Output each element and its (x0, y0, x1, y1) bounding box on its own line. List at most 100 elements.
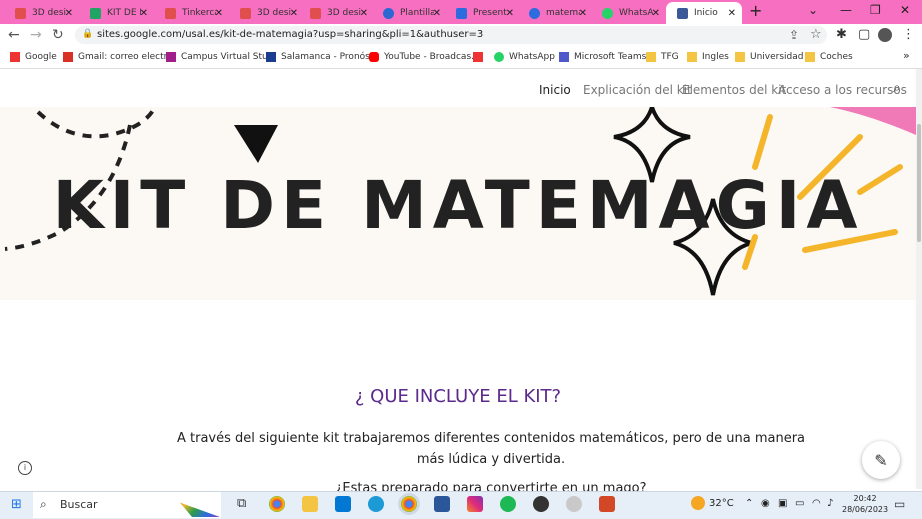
whatsapp-icon (602, 7, 613, 19)
browser-tab[interactable]: matemag ✕ (518, 2, 593, 24)
intro-text-line: A través del siguiente kit trabajaremos … (177, 431, 805, 446)
bookmark-item[interactable]: Microsoft Teams (559, 51, 646, 63)
tab-search-icon[interactable]: ⌄ (808, 3, 818, 17)
bookmark-item[interactable]: Gmail: correo electr... (63, 51, 175, 63)
close-tab-icon[interactable]: ✕ (579, 8, 587, 19)
weather-sun-icon[interactable] (691, 496, 705, 510)
more-bookmarks-icon[interactable]: » (903, 49, 910, 62)
extensions-icon[interactable]: ✱ (836, 27, 847, 42)
url-text[interactable]: sites.google.com/usal.es/kit-de-matemagi… (97, 29, 483, 40)
powerpoint-icon[interactable] (599, 496, 615, 512)
taskbar-clock[interactable]: 20:42 28/06/2023 (842, 493, 888, 515)
google-apps-icon (10, 52, 20, 62)
bookmark-item[interactable]: Google (10, 51, 57, 63)
google-sites-icon (677, 7, 688, 19)
search-icon: ⌕ (40, 497, 47, 511)
google-icon (529, 7, 540, 19)
edit-pencil-button[interactable]: ✎ (862, 441, 900, 479)
bookmark-star-icon[interactable]: ☆ (810, 27, 822, 42)
chrome-active-icon[interactable] (401, 496, 417, 512)
pencil-icon: ✎ (874, 450, 888, 470)
teams-icon (559, 52, 569, 62)
bookmark-folder[interactable]: TFG (646, 51, 679, 63)
gmail-icon (63, 52, 73, 62)
spotify-icon[interactable] (500, 496, 516, 512)
browser-tab[interactable]: 3D design ✕ (229, 2, 304, 24)
search-icon[interactable]: ⌕ (893, 80, 901, 96)
tray-app-icon[interactable]: ▣ (778, 498, 787, 509)
tray-app-icon[interactable]: ◉ (761, 498, 770, 509)
forward-icon[interactable]: → (30, 27, 42, 43)
edge-icon[interactable] (368, 496, 384, 512)
app-icon[interactable] (533, 496, 549, 512)
nav-inicio[interactable]: Inicio (539, 83, 571, 97)
word-icon[interactable] (434, 496, 450, 512)
close-tab-icon[interactable]: ✕ (140, 8, 148, 19)
volume-icon[interactable]: ♪ (827, 498, 833, 509)
battery-icon[interactable]: ▭ (795, 498, 804, 509)
nav-elementos[interactable]: Elementos del kit (682, 83, 786, 97)
minimize-icon[interactable]: — (840, 3, 852, 17)
close-tab-icon[interactable]: ✕ (360, 8, 368, 19)
close-tab-icon[interactable]: ✕ (652, 8, 660, 19)
side-panel-icon[interactable]: ▢ (858, 27, 870, 42)
google-apps-icon (473, 52, 483, 62)
menu-icon[interactable]: ⋮ (902, 27, 915, 42)
app-icon[interactable] (566, 496, 582, 512)
close-tab-icon[interactable]: ✕ (65, 8, 73, 19)
section-heading: ¿ QUE INCLUYE EL KIT? (354, 386, 562, 407)
nav-explicacion[interactable]: Explicación del kit (583, 83, 692, 97)
task-view-icon[interactable]: ⧉ (237, 496, 246, 511)
bookmark-item[interactable]: Campus Virtual Stu... (166, 51, 276, 63)
close-tab-icon[interactable]: ✕ (506, 8, 514, 19)
campus-icon (166, 52, 176, 62)
browser-tab[interactable]: WhatsApp ✕ (591, 2, 666, 24)
close-tab-icon[interactable]: ✕ (728, 8, 736, 19)
browser-tab[interactable]: 3D design ✕ (4, 2, 79, 24)
tray-chevron-icon[interactable]: ⌃ (745, 498, 753, 509)
bookmark-folder[interactable]: Coches (805, 51, 853, 63)
browser-tab-active[interactable]: Inicio ✕ (666, 2, 742, 24)
notifications-icon[interactable]: ▭ (894, 497, 905, 511)
canva-icon (383, 7, 394, 19)
bookmark-item[interactable]: WhatsApp (494, 51, 555, 63)
wifi-icon[interactable]: ◠ (812, 498, 821, 509)
browser-tab[interactable]: Plantilla ✕ (372, 2, 447, 24)
reload-icon[interactable]: ↻ (52, 27, 64, 43)
close-tab-icon[interactable]: ✕ (290, 8, 298, 19)
nav-acceso[interactable]: Acceso a los recursos (778, 83, 907, 97)
lock-icon[interactable]: 🔒 (82, 29, 93, 39)
intro-text-line: más lúdica y divertida. (416, 452, 566, 467)
back-icon[interactable]: ← (8, 27, 20, 43)
bookmark-item[interactable]: Salamanca - Pronós... (266, 51, 378, 63)
taskbar-search-label[interactable]: Buscar (60, 498, 98, 511)
browser-tab[interactable]: Tinkercad ✕ (154, 2, 229, 24)
share-icon[interactable]: ⇪ (789, 28, 799, 42)
browser-tab[interactable]: 3D design ✕ (299, 2, 374, 24)
bookmark-item[interactable] (473, 51, 488, 63)
browser-tab[interactable]: KIT DE M ✕ (79, 2, 154, 24)
info-icon[interactable]: i (18, 461, 32, 475)
scrollbar-thumb[interactable] (917, 124, 921, 242)
bookmark-folder[interactable]: Universidad (735, 51, 804, 63)
windows-start-icon[interactable]: ⊞ (11, 497, 22, 512)
new-tab-icon[interactable]: + (749, 1, 762, 20)
store-icon[interactable] (335, 496, 351, 512)
close-tab-icon[interactable]: ✕ (433, 8, 441, 19)
restore-icon[interactable]: ❐ (870, 3, 881, 17)
close-tab-icon[interactable]: ✕ (215, 8, 223, 19)
bookmark-item[interactable]: YouTube - Broadcas... (369, 51, 480, 63)
instagram-icon[interactable] (467, 496, 483, 512)
file-explorer-icon[interactable] (302, 496, 318, 512)
browser-tab[interactable]: Presenta ✕ (445, 2, 520, 24)
temperature[interactable]: 32°C (709, 498, 734, 509)
weather-icon (266, 52, 276, 62)
folder-icon (687, 52, 697, 62)
folder-icon (735, 52, 745, 62)
close-window-icon[interactable]: ✕ (900, 3, 910, 17)
bookmark-folder[interactable]: Ingles (687, 51, 729, 63)
profile-avatar[interactable] (878, 28, 892, 42)
genially-icon (456, 7, 467, 19)
chrome-icon[interactable] (269, 496, 285, 512)
tinkercad-icon (165, 7, 176, 19)
